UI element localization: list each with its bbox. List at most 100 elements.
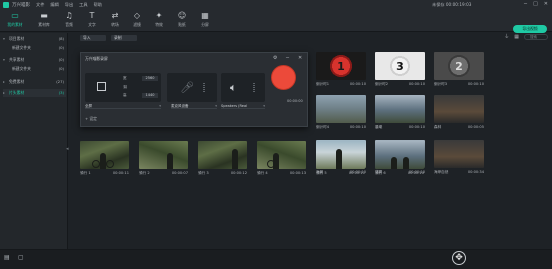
speaker-level-meter [253,83,255,92]
media-clip[interactable]: 骑行 3 00:00:12 [198,141,247,177]
media-clip[interactable]: 骑行 2 00:00:07 [139,141,188,177]
tab-text[interactable]: T 文字 [81,11,103,28]
media-clip[interactable]: 海岸自然 00:00:34 [434,140,484,176]
sidebar-item-free-media[interactable]: ▸ 免费素材 (27) [3,78,66,86]
transition-icon: ⇄ [111,11,119,20]
capture-region-icon[interactable] [97,82,106,91]
clip-duration: 00:00:10 [408,82,425,86]
cyclist-shape [391,157,397,169]
clip-caption: 倒计时2 00:00:10 [375,82,425,87]
media-clip[interactable]: 森林 00:00:05 [434,95,484,131]
filter-icon: ◇ [133,11,141,20]
screen-recorder-dialog: 万兴喵影录屏 ⚙ ─ ✕ 宽 2560 ⛓ 高 1440 🎤︎ 🔈︎ 全屏 ▾ … [80,52,308,127]
sidebar-item-count: (8) [58,36,64,41]
menu-tools[interactable]: 工具 [79,2,87,8]
microphone-icon[interactable]: 🎤︎ [180,81,194,94]
clip-caption: 森林 00:00:05 [434,125,484,130]
media-clip[interactable]: 晨曦 00:00:10 [375,95,425,131]
minimize-icon[interactable]: ─ [286,55,289,61]
sidebar-item-intro-media[interactable]: ▸ 片头素材 (3) [3,89,66,97]
sidebar-item-label: 项目素材 [9,36,25,41]
sidebar-item-new-folder[interactable]: 新建文件夹 (0) [12,65,66,73]
export-button[interactable]: 导出视频 [513,25,547,33]
media-clip[interactable]: 倒计时4 00:00:10 [316,95,366,131]
clip-thumbnail [198,141,247,169]
width-input[interactable]: 2560 [142,76,158,81]
clip-thumbnail: 2 [434,52,484,80]
close-icon[interactable]: ✕ [298,55,302,61]
speaker-select[interactable]: Speakers (Real ▾ [221,104,265,109]
record-button[interactable]: 录制 [111,34,137,41]
wheel-shape [106,160,114,168]
tab-split-screen[interactable]: ▦ 分屏 [194,11,216,28]
settings-icon[interactable]: ⚙ [273,55,277,61]
media-clip[interactable]: 2 倒计时3 00:00:10 [434,52,484,88]
cyclist-shape [336,149,342,169]
menu-file[interactable]: 文件 [36,2,44,8]
clip-caption: 骑行 3 00:00:12 [198,171,247,176]
filter-funnel-icon[interactable]: ⏚ [504,34,509,41]
search-input[interactable]: 搜索 [524,34,548,40]
music-icon: ♫ [65,11,73,20]
media-sidebar: ▾ 项目素材 (8) 新建文件夹 (0) ▾ 共享素材 (0) 新建文件夹 (0) … [0,33,68,249]
tab-audio[interactable]: ♫ 音频 [58,11,80,28]
sidebar-collapse-icon[interactable]: ◂ [66,146,69,152]
clip-thumbnail: 3 [375,52,425,80]
media-clip[interactable]: 骑行 4 00:00:13 [257,141,306,177]
close-icon[interactable]: ✕ [544,1,548,7]
screen-capture-panel: 宽 2560 ⛓ 高 1440 [85,73,161,102]
media-icon: ▭ [11,11,19,20]
tab-label: 素材库 [38,22,50,27]
tab-filters[interactable]: ◇ 滤镜 [126,11,148,28]
menu-help[interactable]: 帮助 [94,2,102,8]
sidebar-item-label: 免费素材 [9,79,25,84]
minimize-icon[interactable]: ─ [524,1,527,7]
sidebar-item-project-media[interactable]: ▾ 项目素材 (8) [3,35,66,43]
folder-add-icon[interactable]: ▤ [4,254,10,261]
tab-my-media[interactable]: ▭ 我的素材 [4,11,26,28]
height-input[interactable]: 1440 [142,93,158,98]
countdown-number: 3 [396,60,404,73]
media-clip[interactable]: 3 倒计时2 00:00:10 [375,52,425,88]
settings-toggle[interactable]: + 设定 [85,116,97,122]
clip-caption: 骑行 4 00:00:13 [257,171,306,176]
tab-stock-media[interactable]: ▬ 素材库 [33,11,55,28]
link-icon[interactable]: ⛓ [123,85,127,89]
clip-name: 骑行 5 [316,171,327,175]
start-recording-button[interactable] [271,65,296,90]
height-label: 高 [123,93,127,97]
speaker-panel: 🔈︎ [221,73,265,102]
clip-name: 倒计时3 [434,82,448,86]
clip-name: 倒计时1 [316,82,330,86]
sidebar-item-shared-media[interactable]: ▾ 共享素材 (0) [3,56,66,64]
media-clip[interactable]: 骑行 5 00:00:11 [316,141,365,177]
tab-effects[interactable]: ✦ 特效 [148,11,170,28]
folder-icon: ▬ [40,11,48,20]
clip-thumbnail [375,95,425,123]
speaker-icon[interactable]: 🔈︎ [230,81,237,95]
wheel-shape [267,160,275,168]
tab-stickers[interactable]: ☺ 贴纸 [171,11,193,28]
microphone-select[interactable]: 麦克风设备 ▾ [171,104,217,109]
tab-transitions[interactable]: ⇄ 转场 [104,11,126,28]
import-button[interactable]: 导入 [80,34,106,41]
clip-name: 骑行 1 [80,171,91,175]
cyclist-shape [232,149,238,169]
chevron-down-icon: ▾ [159,104,161,108]
folder-icon[interactable]: ▢ [18,254,24,261]
clip-caption: 倒计时1 00:00:10 [316,82,366,87]
media-clip[interactable]: 1 倒计时1 00:00:10 [316,52,366,88]
sidebar-item-new-folder[interactable]: 新建文件夹 (0) [12,44,66,52]
maximize-icon[interactable]: □ [533,1,538,7]
region-select[interactable]: 全屏 ▾ [85,104,161,109]
tab-label: 特效 [155,22,163,27]
text-icon: T [89,11,95,20]
media-tools: ⏚ ▦ 搜索 [504,34,548,41]
menu-export[interactable]: 导出 [65,2,73,8]
grid-view-icon[interactable]: ▦ [514,34,519,41]
sticker-icon: ☺ [177,11,187,20]
clip-thumbnail: 1 [316,52,366,80]
media-clip[interactable]: 骑行 1 00:00:11 [80,141,129,177]
media-clip[interactable]: 骑行 6 00:00:10 [375,141,424,177]
menu-edit[interactable]: 编辑 [50,2,58,8]
